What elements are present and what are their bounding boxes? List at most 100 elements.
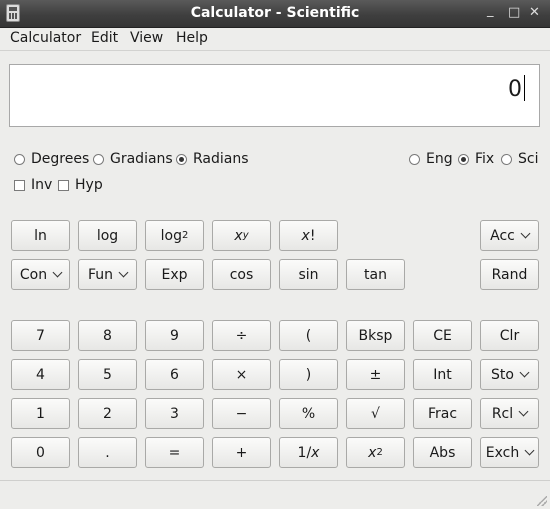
tan-button[interactable]: tan: [346, 259, 405, 290]
power-base: x: [234, 227, 243, 244]
ln-label: ln: [34, 227, 47, 244]
add-label: +: [235, 444, 248, 461]
backspace-button[interactable]: Bksp: [346, 320, 405, 351]
equals-label: =: [168, 444, 181, 461]
absolute-label: Abs: [429, 444, 456, 461]
chevron-down-icon: [52, 267, 63, 278]
functions-dropdown[interactable]: Fun: [78, 259, 137, 290]
digit-4-button[interactable]: 4: [11, 359, 70, 390]
gradians-label: Gradians: [110, 151, 173, 167]
chevron-down-icon: [518, 406, 529, 417]
result-display[interactable]: 0: [9, 64, 540, 127]
degrees-radio[interactable]: Degrees: [14, 151, 89, 167]
hyp-checkbox-box: [58, 179, 69, 191]
sin-label: sin: [298, 266, 319, 283]
close-button[interactable]: ✕: [529, 5, 540, 20]
menu-edit[interactable]: Edit: [91, 30, 118, 46]
chevron-down-icon: [520, 228, 531, 239]
window-title: Calculator - Scientific: [190, 5, 360, 21]
eng-radio[interactable]: Eng: [409, 151, 453, 167]
digit-5-button[interactable]: 5: [78, 359, 137, 390]
exp-label: Exp: [161, 266, 188, 283]
hyp-checkbox[interactable]: Hyp: [58, 177, 103, 193]
percent-button[interactable]: %: [279, 398, 338, 429]
exchange-dropdown[interactable]: Exch: [480, 437, 539, 468]
clear-button[interactable]: Clr: [480, 320, 539, 351]
ln-button[interactable]: ln: [11, 220, 70, 251]
digit-0-label: 0: [36, 444, 45, 461]
multiply-button[interactable]: ×: [212, 359, 271, 390]
digit-1-label: 1: [36, 405, 45, 422]
square-button[interactable]: x2: [346, 437, 405, 468]
menu-view[interactable]: View: [130, 30, 163, 46]
log2-button[interactable]: log 2: [145, 220, 204, 251]
factorial-button[interactable]: x!: [279, 220, 338, 251]
digit-9-button[interactable]: 9: [145, 320, 204, 351]
sci-radio-icon: [501, 153, 512, 165]
menu-bar: Calculator Edit View Help: [0, 27, 550, 51]
plus-minus-button[interactable]: ±: [346, 359, 405, 390]
log-button[interactable]: log: [78, 220, 137, 251]
decimal-point-button[interactable]: .: [78, 437, 137, 468]
recall-dropdown[interactable]: Rcl: [480, 398, 539, 429]
calculator-window: Calculator - Scientific _ □ ✕ Calculator…: [0, 0, 550, 509]
subtract-button[interactable]: −: [212, 398, 271, 429]
digit-9-label: 9: [170, 327, 179, 344]
random-button[interactable]: Rand: [480, 259, 539, 290]
square-root-button[interactable]: √: [346, 398, 405, 429]
resize-grip-icon[interactable]: [537, 496, 547, 506]
digit-7-button[interactable]: 7: [11, 320, 70, 351]
display-value: 0: [508, 77, 522, 102]
fix-radio[interactable]: Fix: [458, 151, 494, 167]
digit-2-button[interactable]: 2: [78, 398, 137, 429]
sin-button[interactable]: sin: [279, 259, 338, 290]
digit-5-label: 5: [103, 366, 112, 383]
cos-button[interactable]: cos: [212, 259, 271, 290]
digit-1-button[interactable]: 1: [11, 398, 70, 429]
absolute-button[interactable]: Abs: [413, 437, 472, 468]
inv-checkbox[interactable]: Inv: [14, 177, 52, 193]
eng-radio-icon: [409, 153, 420, 165]
reciprocal-numerator: 1/: [297, 444, 312, 461]
store-dropdown[interactable]: Sto: [480, 359, 539, 390]
digit-6-label: 6: [170, 366, 179, 383]
maximize-button[interactable]: □: [508, 5, 520, 20]
add-button[interactable]: +: [212, 437, 271, 468]
square-base: x: [368, 444, 377, 461]
percent-label: %: [301, 405, 316, 422]
clear-entry-button[interactable]: CE: [413, 320, 472, 351]
constants-dropdown[interactable]: Con: [11, 259, 70, 290]
multiply-label: ×: [235, 366, 248, 383]
menu-help[interactable]: Help: [176, 30, 208, 46]
integer-button[interactable]: Int: [413, 359, 472, 390]
digit-3-label: 3: [170, 405, 179, 422]
digit-6-button[interactable]: 6: [145, 359, 204, 390]
backspace-label: Bksp: [358, 327, 393, 344]
digit-8-button[interactable]: 8: [78, 320, 137, 351]
divide-button[interactable]: ÷: [212, 320, 271, 351]
exp-button[interactable]: Exp: [145, 259, 204, 290]
minimize-button[interactable]: _: [487, 3, 494, 18]
menu-calculator[interactable]: Calculator: [10, 30, 81, 46]
radians-radio[interactable]: Radians: [176, 151, 249, 167]
sci-radio[interactable]: Sci: [501, 151, 538, 167]
digit-8-label: 8: [103, 327, 112, 344]
fun-label: Fun: [87, 266, 114, 283]
square-exponent: 2: [376, 447, 383, 458]
degrees-radio-icon: [14, 153, 25, 165]
reciprocal-button[interactable]: 1/x: [279, 437, 338, 468]
digit-3-button[interactable]: 3: [145, 398, 204, 429]
power-button[interactable]: xy: [212, 220, 271, 251]
log2-subscript: 2: [181, 230, 189, 241]
close-paren-button[interactable]: ): [279, 359, 338, 390]
gradians-radio-icon: [93, 153, 104, 165]
eng-label: Eng: [426, 151, 453, 167]
fix-radio-icon: [458, 153, 469, 165]
accuracy-dropdown[interactable]: Acc: [480, 220, 539, 251]
log-label: log: [96, 227, 119, 244]
equals-button[interactable]: =: [145, 437, 204, 468]
fraction-button[interactable]: Frac: [413, 398, 472, 429]
open-paren-button[interactable]: (: [279, 320, 338, 351]
digit-0-button[interactable]: 0: [11, 437, 70, 468]
gradians-radio[interactable]: Gradians: [93, 151, 173, 167]
